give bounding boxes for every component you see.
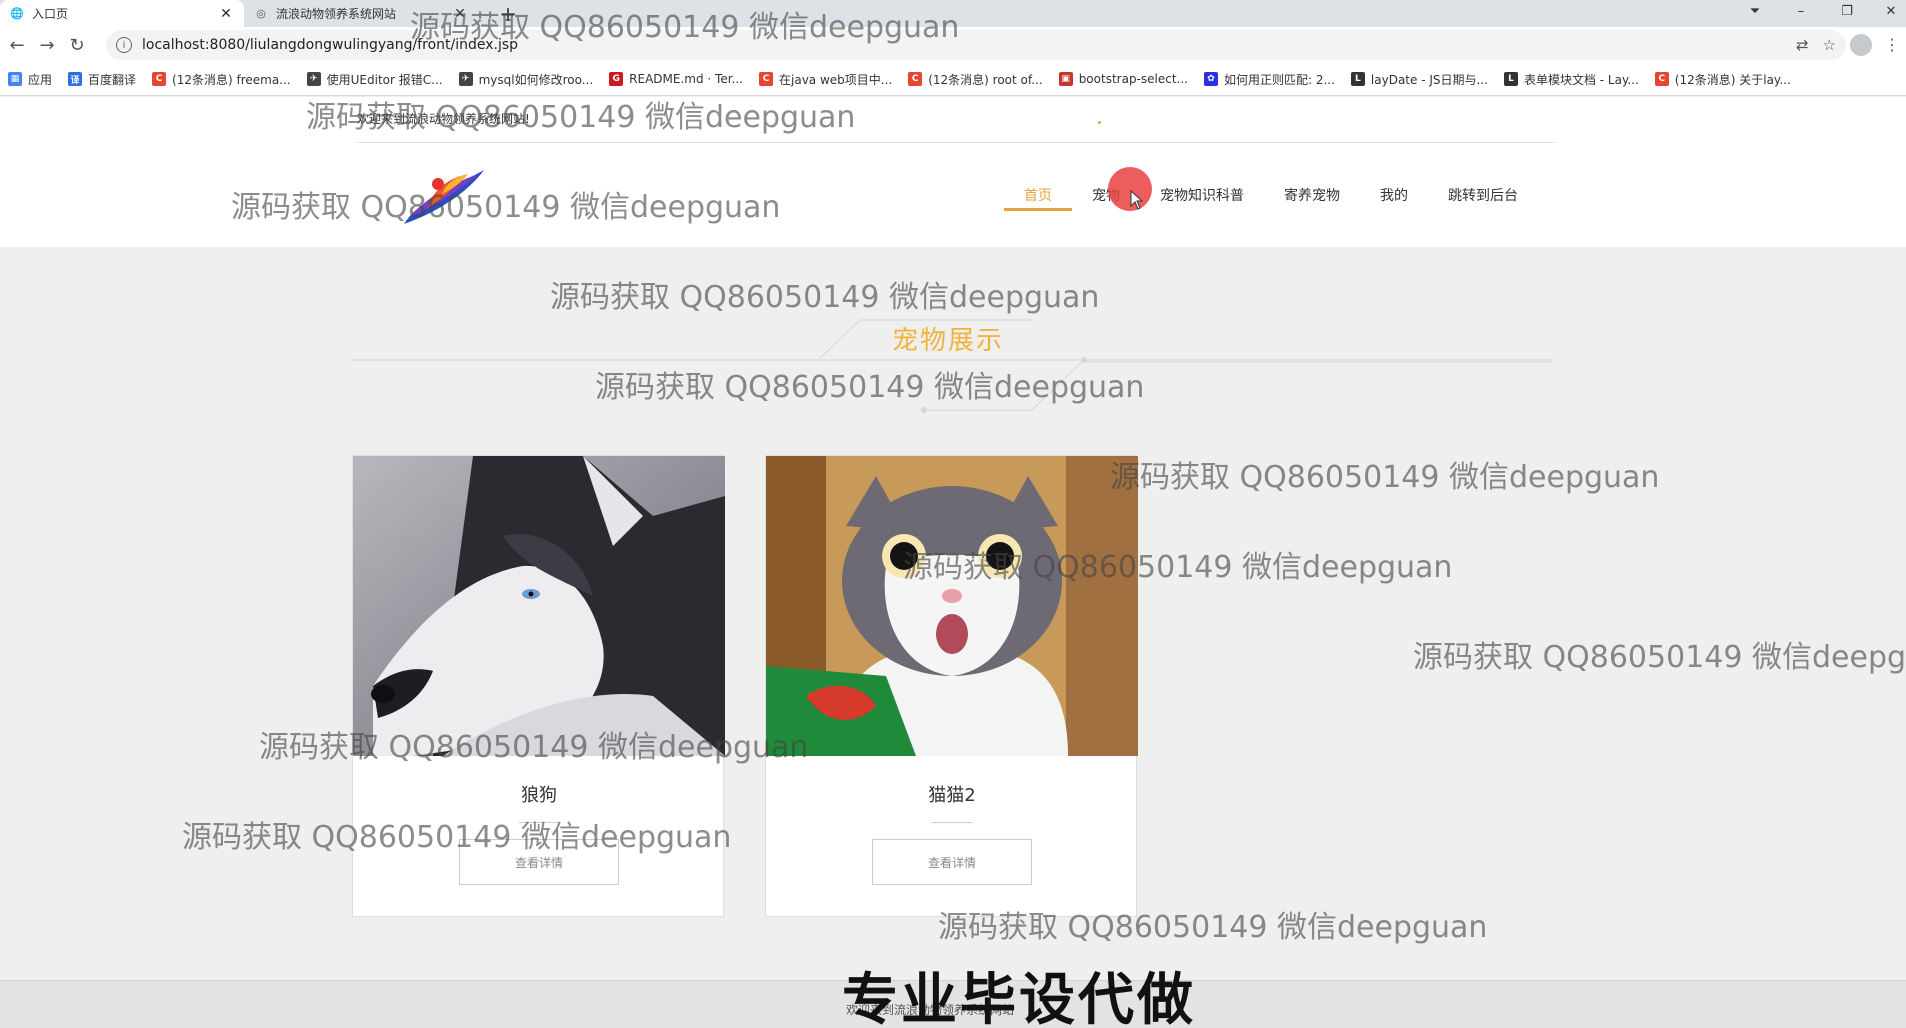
pet-card[interactable]: 狼狗 查看详情 (352, 455, 725, 917)
minimize-button[interactable]: – (1786, 0, 1816, 22)
new-tab-button[interactable]: + (496, 0, 520, 27)
reload-button[interactable]: ↻ (62, 30, 92, 60)
profile-avatar[interactable] (1850, 34, 1872, 56)
omnibox-actions: ⇄ ☆ (1796, 30, 1836, 60)
card-divider (932, 822, 972, 823)
address-url[interactable]: localhost:8080/liulangdongwulingyang/fro… (142, 37, 518, 53)
bookmark-item[interactable]: L 表单模块文档 - Lay... (1503, 71, 1639, 88)
nav-home[interactable]: 首页 (1004, 187, 1072, 217)
bookmark-item[interactable]: C (12条消息) 关于lay... (1654, 71, 1791, 88)
profile-dropdown-icon[interactable]: ⏷ (1740, 0, 1770, 22)
section-title: 宠物展示 (892, 326, 1005, 356)
nav-pet-knowledge[interactable]: 宠物知识科普 (1140, 187, 1264, 217)
csdn-icon: C (1654, 72, 1669, 86)
browser-tabstrip: 🌐 入口页 ✕ ◎ 流浪动物领养系统网站 ✕ + ⏷ – ❐ ✕ (0, 0, 1906, 27)
browser-toolbar: ← → ↻ i localhost:8080/liulangdongwuling… (0, 27, 1906, 63)
bookmark-item[interactable]: C (12条消息) freema... (152, 71, 291, 88)
header-divider (357, 142, 1555, 143)
section-header: 宠物展示 (352, 310, 1552, 420)
menu-kebab-icon[interactable]: ⋮ (1884, 34, 1900, 56)
bookmark-label: (12条消息) root of... (928, 72, 1043, 87)
bookmark-label: bootstrap-select... (1078, 72, 1188, 86)
csdn-icon: C (908, 72, 923, 86)
bookmark-label: README.md · Ter... (629, 72, 743, 86)
layui-icon: L (1350, 72, 1365, 86)
csdn-icon: C (759, 72, 773, 86)
tab-entry-page[interactable]: 🌐 入口页 ✕ (0, 0, 244, 27)
bookmark-label: 应用 (28, 72, 53, 87)
nav-go-backend[interactable]: 跳转到后台 (1428, 187, 1538, 217)
card-divider (519, 822, 559, 823)
cnblogs-icon: ▣ (1058, 72, 1073, 86)
promo-banner-text: 专业毕设代做 (842, 968, 1196, 1028)
pet-name: 猫猫2 (928, 785, 976, 806)
address-bar[interactable]: i localhost:8080/liulangdongwulingyang/f… (106, 30, 1846, 60)
layui-icon: L (1503, 72, 1518, 86)
shield-icon: ◎ (256, 7, 266, 20)
bookmark-item[interactable]: C (12条消息) root of... (908, 71, 1043, 88)
bookmark-item[interactable]: 译百度翻译 (68, 71, 136, 88)
mouse-cursor-icon (1130, 190, 1144, 210)
pet-photo-husky[interactable] (353, 456, 725, 756)
globe-icon: 🌐 (10, 7, 24, 20)
pet-photo-cat[interactable] (766, 456, 1138, 756)
bookmark-item[interactable]: ✿ 如何用正则匹配: 2... (1203, 71, 1335, 88)
bookmark-label: 在java web项目中... (779, 72, 893, 87)
bookmark-label: mysql如何修改roo... (478, 72, 594, 87)
window-close-button[interactable]: ✕ (1876, 0, 1906, 22)
site-logo[interactable] (398, 162, 488, 232)
translate-icon[interactable]: ⇄ (1796, 36, 1809, 54)
csdn-icon: C (152, 72, 167, 86)
apps-grid-icon: ▦ (8, 72, 22, 86)
bookmark-item[interactable]: ✈ 使用UEditor 报错C... (306, 71, 443, 88)
pet-card[interactable]: 猫猫2 查看详情 (765, 455, 1138, 917)
bookmark-label: (12条消息) 关于lay... (1674, 72, 1791, 87)
nav-mine[interactable]: 我的 (1360, 187, 1428, 217)
close-icon[interactable]: ✕ (452, 6, 468, 22)
forward-button[interactable]: → (32, 30, 62, 60)
nav-hover-dot (1098, 121, 1101, 124)
bookmark-item[interactable]: ▣ bootstrap-select... (1058, 72, 1188, 86)
site-header: 欢迎来到流浪动物领养系统网站! 首页 宠物 宠物知识科普 寄养宠物 我的 跳转到… (0, 97, 1906, 247)
pet-name: 狼狗 (521, 785, 557, 806)
bookmark-label: 如何用正则匹配: 2... (1223, 72, 1335, 87)
view-details-button[interactable]: 查看详情 (872, 839, 1032, 885)
watermark-text: 源码获取 QQ86050149 微信deepguan (1413, 640, 1906, 675)
bookmark-star-icon[interactable]: ☆ (1823, 36, 1836, 54)
bird-icon: ✈ (458, 72, 473, 86)
main-nav: 首页 宠物 宠物知识科普 寄养宠物 我的 跳转到后台 (1004, 187, 1538, 217)
tab-label: 流浪动物领养系统网站 (276, 7, 397, 21)
bookmark-label: 使用UEditor 报错C... (326, 72, 443, 87)
restore-button[interactable]: ❐ (1832, 0, 1862, 22)
close-icon[interactable]: ✕ (218, 6, 234, 22)
bookmark-item[interactable]: C 在java web项目中... (759, 71, 892, 88)
tab-label: 入口页 (32, 7, 69, 21)
nav-foster-pets[interactable]: 寄养宠物 (1264, 187, 1360, 217)
baidu-paw-icon: ✿ (1203, 72, 1218, 86)
bookmark-label: 百度翻译 (88, 72, 137, 87)
translate-icon: 译 (68, 72, 83, 86)
bookmark-item[interactable]: ▦ 应用 (8, 71, 52, 88)
info-icon[interactable]: i (116, 37, 132, 53)
bookmark-item[interactable]: G README.md · Ter... (609, 72, 743, 86)
bird-icon: ✈ (306, 72, 321, 86)
bookmark-label: (12条消息) freema... (172, 72, 291, 87)
welcome-text: 欢迎来到流浪动物领养系统网站! (357, 112, 530, 126)
bookmark-label: 表单模块文档 - Lay... (1523, 72, 1639, 87)
bookmarks-bar: ▦ 应用译百度翻译 C (12条消息) freema... ✈ 使用UEditor 报错C… (0, 63, 1906, 96)
view-details-button[interactable]: 查看详情 (459, 839, 619, 885)
gitee-icon: G (609, 72, 624, 86)
back-button[interactable]: ← (2, 30, 32, 60)
bookmark-item[interactable]: ✈ mysql如何修改roo... (458, 71, 594, 88)
tab-stray-animal-site[interactable]: ◎ 流浪动物领养系统网站 ✕ (244, 0, 478, 27)
bookmark-item[interactable]: LlayDate - JS日期与... (1350, 71, 1488, 88)
bookmark-label: layDate - JS日期与... (1370, 72, 1488, 87)
watermark-text: 源码获取 QQ86050149 微信deepguan (1110, 460, 1660, 495)
